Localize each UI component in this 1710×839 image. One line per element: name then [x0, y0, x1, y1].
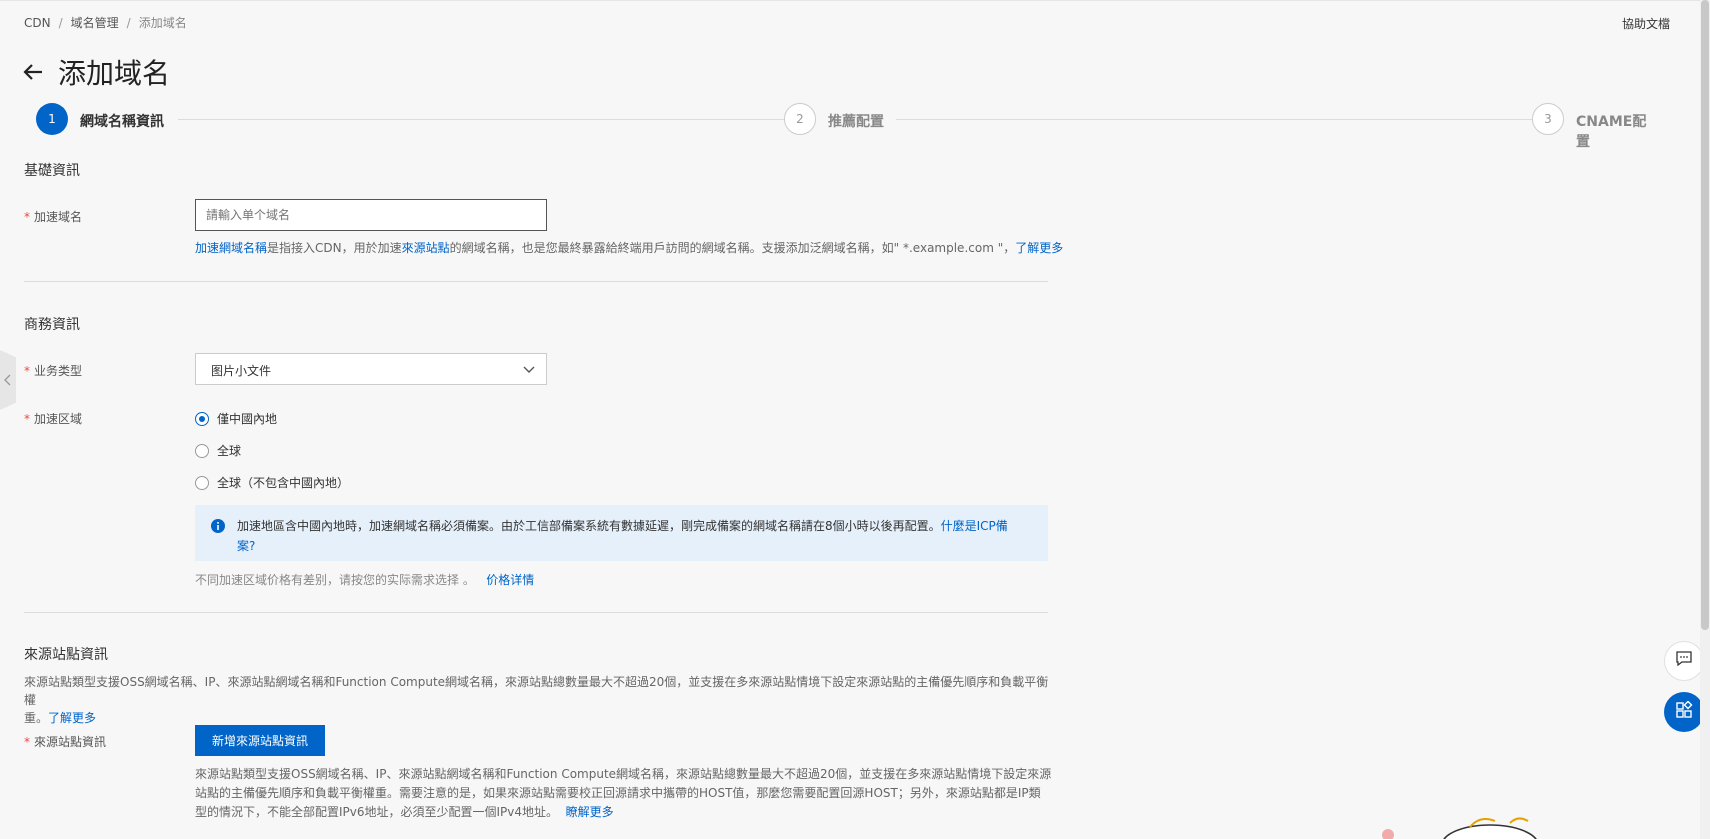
- required-mark: *: [24, 412, 30, 426]
- origin-learn-more-link[interactable]: 了解更多: [48, 711, 96, 725]
- origin-help-link[interactable]: 瞭解更多: [566, 805, 614, 819]
- step-3-circle: 3: [1532, 103, 1564, 135]
- step-2-label: 推薦配置: [828, 114, 884, 130]
- required-mark: *: [24, 364, 30, 378]
- radio-unchecked[interactable]: [195, 475, 209, 490]
- steps-bar: 1 網域名稱資訊 2 推薦配置 3 CNAME配置: [36, 103, 1656, 150]
- business-type-label: * 业务类型: [24, 364, 83, 378]
- help-doc-link[interactable]: 協助文檔: [1622, 15, 1670, 32]
- add-origin-button[interactable]: 新增來源站點資訊: [195, 725, 325, 756]
- breadcrumb-cdn[interactable]: CDN: [24, 16, 51, 30]
- scrollbar-thumb[interactable]: [1701, 0, 1709, 630]
- divider: [24, 612, 1048, 613]
- region-option-global[interactable]: 全球: [195, 442, 241, 459]
- chevron-down-icon: [522, 362, 536, 379]
- chat-button[interactable]: [1664, 641, 1704, 681]
- price-note: 不同加速区域价格有差别，请按您的实际需求选择 。 价格详情: [195, 573, 535, 587]
- divider: [24, 281, 1048, 282]
- notice-text: 加速地區含中國內地時，加速網域名稱必須備案。由於工信部備案系統有數據延遲，剛完成…: [237, 519, 941, 533]
- section-origin-title: 來源站點資訊: [24, 647, 108, 663]
- back-arrow-icon[interactable]: [22, 61, 44, 83]
- section-business-title: 商務資訊: [24, 317, 80, 333]
- step-2-circle: 2: [784, 103, 816, 135]
- required-mark: *: [24, 210, 30, 224]
- apps-button[interactable]: [1664, 692, 1704, 732]
- chevron-left-icon: [4, 374, 11, 386]
- icp-link-cont[interactable]: 案?: [237, 539, 255, 553]
- step-1-label: 網域名稱資訊: [80, 114, 164, 130]
- page-title: 添加域名: [58, 57, 171, 90]
- breadcrumb-separator: /: [126, 15, 131, 30]
- radio-unchecked[interactable]: [195, 443, 209, 458]
- title-row: 添加域名: [22, 52, 170, 92]
- origin-site-link[interactable]: 來源站點: [402, 241, 450, 255]
- chat-icon: [1675, 650, 1693, 672]
- origin-description: 來源站點類型支援OSS網域名稱、IP、來源站點網域名稱和Function Com…: [24, 675, 1049, 725]
- step-1-circle: 1: [36, 103, 68, 135]
- icp-notice: 加速地區含中國內地時，加速網域名稱必須備案。由於工信部備案系統有數據延遲，剛完成…: [195, 505, 1048, 561]
- business-type-select[interactable]: 图片小文件: [195, 353, 547, 385]
- region-option-global-excl-mainland[interactable]: 全球（不包含中國內地）: [195, 474, 349, 491]
- top-border: [0, 0, 1710, 1]
- sidebar-collapse-handle[interactable]: [0, 350, 16, 410]
- apps-icon: [1675, 700, 1693, 723]
- learn-more-link[interactable]: 了解更多: [1015, 241, 1063, 255]
- breadcrumb-current: 添加域名: [138, 16, 187, 30]
- origin-field-label: * 來源站點資訊: [24, 735, 107, 749]
- breadcrumb: CDN / 域名管理 / 添加域名: [24, 14, 187, 31]
- breadcrumb-domain-management[interactable]: 域名管理: [71, 14, 119, 31]
- price-detail-link[interactable]: 价格详情: [486, 573, 534, 587]
- mascot-illustration: [1370, 805, 1550, 839]
- region-option-mainland[interactable]: 僅中國內地: [195, 410, 277, 427]
- icp-link[interactable]: 什麼是ICP備: [941, 519, 1008, 533]
- domain-help-text: 加速網域名稱是指接入CDN，用於加速來源站點的網域名稱，也是您最終暴露給終端用戶…: [195, 241, 1064, 255]
- business-type-value: 图片小文件: [211, 364, 272, 378]
- scrollbar-track[interactable]: [1700, 0, 1710, 839]
- required-mark: *: [24, 735, 30, 749]
- step-connector: [178, 119, 808, 120]
- domain-input[interactable]: [195, 199, 547, 231]
- breadcrumb-separator: /: [58, 15, 63, 30]
- step-connector: [896, 119, 1532, 120]
- domain-label: * 加速域名: [24, 210, 83, 224]
- origin-help-text: 來源站點類型支援OSS網域名稱、IP、來源站點網域名稱和Function Com…: [195, 767, 1052, 819]
- accelerated-domain-link[interactable]: 加速網域名稱: [195, 241, 267, 255]
- step-3-label: CNAME配置: [1576, 114, 1647, 150]
- radio-checked[interactable]: [195, 411, 209, 426]
- info-icon: [211, 519, 225, 539]
- section-basic-title: 基礎資訊: [24, 163, 80, 179]
- region-label: * 加速区域: [24, 412, 83, 426]
